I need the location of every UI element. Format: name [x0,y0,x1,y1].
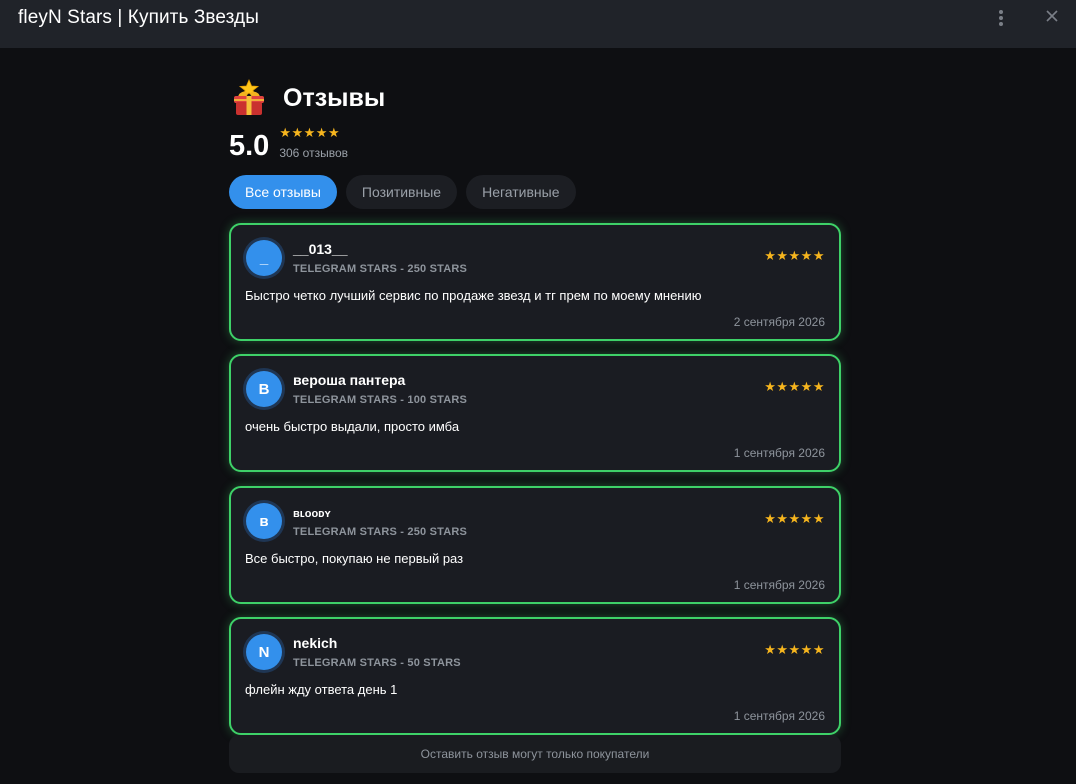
review-card: В вероша пантера TELEGRAM STARS - 100 ST… [229,354,841,472]
avatar-letter: N [246,634,282,670]
review-stars-icon: ★★★★★ [764,643,825,658]
avatar-letter: _ [246,240,282,276]
review-card: ʙ ʙʟᴏᴏᴅʏ TELEGRAM STARS - 250 STARS ★★★★… [229,486,841,604]
review-date: 1 сентября 2026 [733,709,825,723]
rating-stars-icon: ★★★★★ [279,126,341,141]
review-stars-icon: ★★★★★ [764,512,825,527]
rating-score: 5.0 [229,130,270,162]
avatar-letter: В [246,371,282,407]
purchased-product: TELEGRAM STARS - 250 STARS [293,526,468,538]
purchased-product: TELEGRAM STARS - 100 STARS [293,394,468,406]
reviews-page: Отзывы 5.0 ★★★★★ 306 отзывов Все отзывы … [229,48,841,784]
page-header: Отзывы [229,78,385,118]
purchased-product: TELEGRAM STARS - 50 STARS [293,657,461,669]
rating-summary: 5.0 ★★★★★ 306 отзывов [229,126,348,164]
avatar-letter: ʙ [246,503,282,539]
close-icon[interactable] [1044,8,1060,24]
review-card: N nekich TELEGRAM STARS - 50 STARS ★★★★★… [229,617,841,735]
tab-positive[interactable]: Позитивные [345,175,458,209]
reviewer-name: __013__ [293,241,348,257]
avatar: ʙ [243,500,285,542]
avatar: N [243,631,285,673]
window-title: fleyN Stars | Купить Звезды [18,7,259,28]
gift-box-icon [234,78,264,115]
review-count: 306 отзывов [279,146,349,160]
tab-all-reviews[interactable]: Все отзывы [229,175,337,209]
review-text: Быстро четко лучший сервис по продаже зв… [245,288,702,303]
reviewer-name: ʙʟᴏᴏᴅʏ [293,508,331,520]
avatar: В [243,368,285,410]
review-date: 2 сентября 2026 [733,315,825,329]
tab-negative[interactable]: Негативные [466,175,576,209]
review-date: 1 сентября 2026 [733,578,825,592]
filter-tabs: Все отзывы Позитивные Негативные [229,175,576,209]
purchased-product: TELEGRAM STARS - 250 STARS [293,263,468,275]
avatar: _ [243,237,285,279]
review-text: флейн жду ответа день 1 [245,682,398,697]
review-text: очень быстро выдали, просто имба [245,419,460,434]
buyers-only-notice: Оставить отзыв могут только покупатели [229,735,841,773]
review-stars-icon: ★★★★★ [764,380,825,395]
review-date: 1 сентября 2026 [733,446,825,460]
reviewer-name: вероша пантера [293,372,406,388]
review-stars-icon: ★★★★★ [764,249,825,264]
review-text: Все быстро, покупаю не первый раз [245,551,464,566]
page-title: Отзывы [283,83,386,112]
window-titlebar: fleyN Stars | Купить Звезды [0,0,1076,48]
reviewer-name: nekich [293,635,338,651]
rating-meta: ★★★★★ 306 отзывов [279,126,348,161]
review-card: _ __013__ TELEGRAM STARS - 250 STARS ★★★… [229,223,841,341]
more-vertical-icon[interactable] [994,8,1008,28]
